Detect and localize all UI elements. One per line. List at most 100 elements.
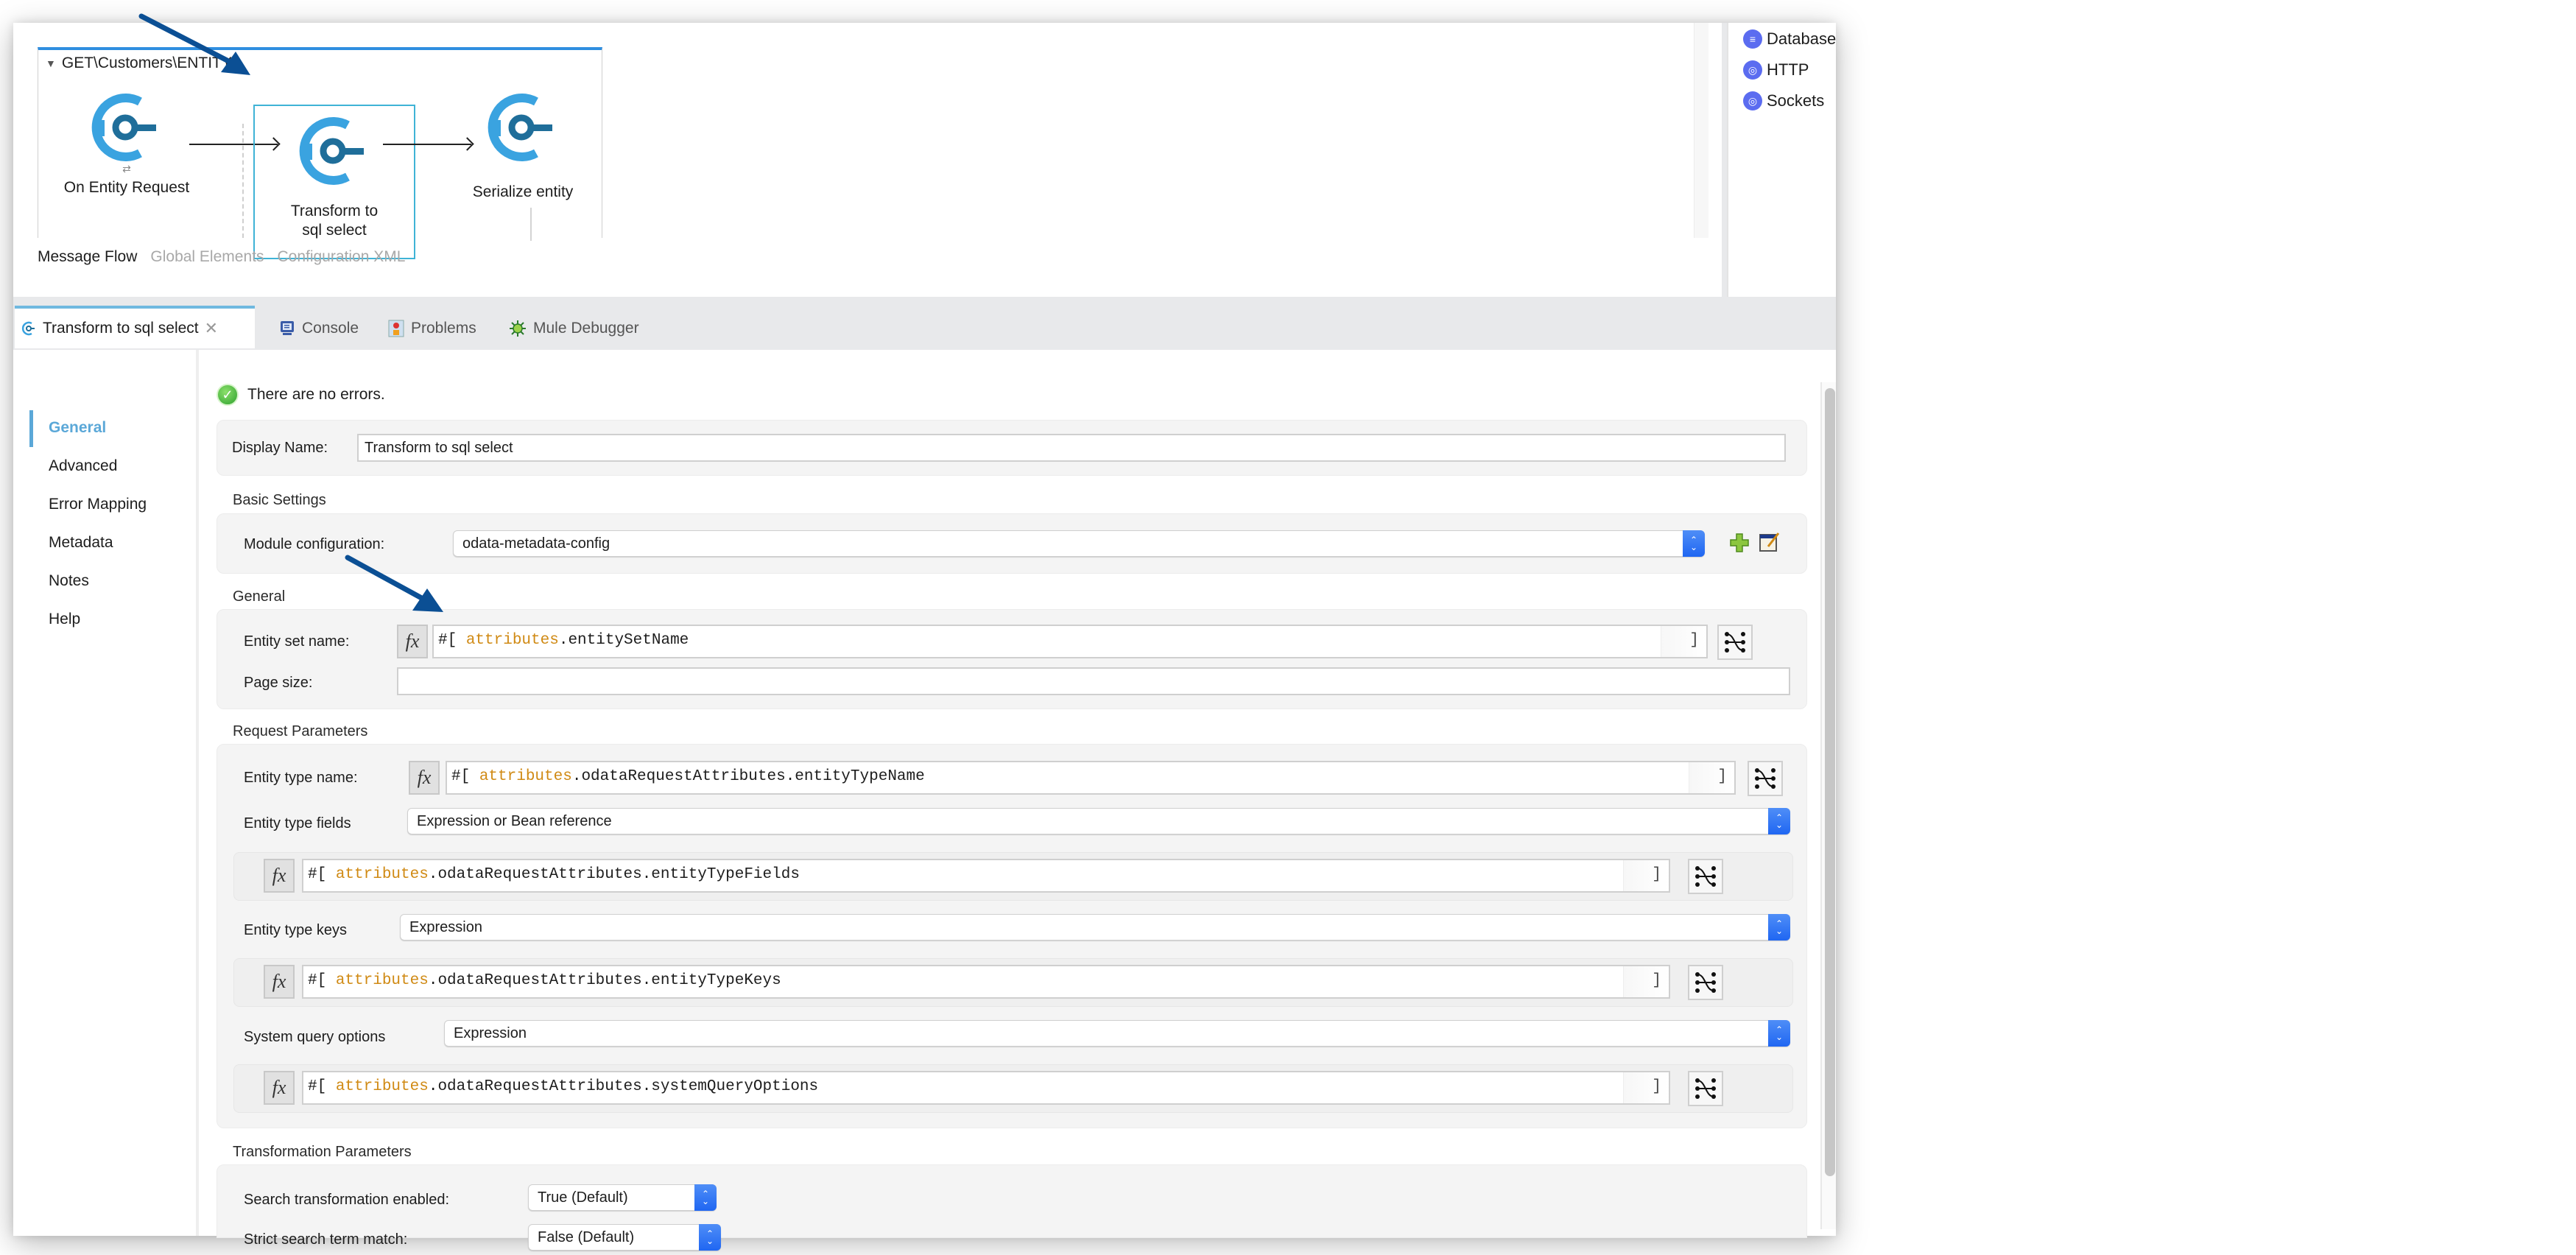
select-value: False (Default): [538, 1228, 635, 1245]
entity-type-fields-select[interactable]: Expression or Bean reference ⌃ ⌄: [407, 808, 1790, 834]
entity-type-keys-expression[interactable]: #[ attributes .odataRequestAttributes.ent…: [302, 965, 1670, 999]
add-config-button[interactable]: [1728, 532, 1750, 554]
expr-keyword: attributes: [335, 972, 429, 989]
plus-icon: [1730, 533, 1749, 552]
nav-item-error-mapping[interactable]: Error Mapping: [49, 496, 147, 513]
data-mapping-button[interactable]: [1748, 761, 1783, 796]
canvas-view-tabs: Message Flow Global Elements Configurati…: [38, 248, 405, 266]
entity-set-name-expression[interactable]: #[ attributes .entitySetName ]: [432, 625, 1708, 658]
search-enabled-select[interactable]: True (Default) ⌃ ⌄: [528, 1184, 717, 1211]
mule-component-icon: [488, 94, 552, 161]
close-icon[interactable]: ✕: [205, 319, 218, 338]
fx-toggle-button[interactable]: fx: [264, 965, 295, 999]
tab-label: Problems: [411, 320, 476, 337]
system-query-options-label: System query options: [244, 1029, 386, 1045]
general-panel: Entity set name: fx #[ attributes .entity…: [217, 609, 1807, 709]
expr-tail: [1689, 762, 1734, 793]
data-mapping-button[interactable]: [1717, 625, 1753, 660]
display-name-panel: Display Name: Transform to sql select: [217, 420, 1807, 476]
scrollbar-thumb[interactable]: [1825, 388, 1835, 1176]
expr-keyword: attributes: [335, 866, 429, 883]
node-label: Serialize entity: [472, 183, 574, 200]
editor-tab-bar: Transform to sql select ✕ Console Proble…: [13, 297, 1836, 350]
collapse-triangle-icon[interactable]: ▼: [46, 57, 56, 69]
tab-mule-debugger[interactable]: Mule Debugger: [502, 307, 645, 350]
flow-node-serialize-entity[interactable]: Serialize entity: [442, 87, 604, 202]
fx-toggle-button[interactable]: fx: [397, 625, 428, 658]
palette-item-sockets[interactable]: ◎ Sockets: [1743, 89, 1824, 113]
nav-item-metadata[interactable]: Metadata: [49, 534, 113, 552]
section-request-parameters: Request Parameters: [233, 723, 368, 739]
expr-rest: .odataRequestAttributes.systemQueryOptio…: [428, 1078, 819, 1095]
expr-rest: .odataRequestAttributes.entityTypeName: [571, 768, 925, 785]
source-divider: [242, 124, 244, 238]
entity-type-keys-select[interactable]: Expression ⌃ ⌄: [400, 914, 1790, 941]
tab-global-elements[interactable]: Global Elements: [150, 248, 264, 266]
select-stepper-icon: ⌃ ⌄: [1683, 530, 1705, 557]
entity-type-fields-label: Entity type fields: [244, 815, 351, 832]
system-query-options-select[interactable]: Expression ⌃ ⌄: [444, 1020, 1790, 1047]
expr-tail: [1623, 1072, 1669, 1103]
expr-prefix: #[: [308, 866, 336, 883]
flow-node-transform-to-sql-select[interactable]: Transform to sql select: [253, 105, 415, 259]
system-query-options-expression[interactable]: #[ attributes .odataRequestAttributes.sys…: [302, 1071, 1670, 1105]
sockets-icon: ◎: [1743, 91, 1762, 110]
expr-keyword: attributes: [335, 1078, 429, 1095]
entity-type-name-expression[interactable]: #[ attributes .odataRequestAttributes.ent…: [446, 761, 1736, 795]
transformation-parameters-panel: Search transformation enabled: True (Def…: [217, 1164, 1807, 1251]
select-value: Expression: [409, 918, 482, 935]
validation-status: ✓ There are no errors.: [217, 384, 385, 406]
expr-keyword: attributes: [479, 768, 572, 785]
page-size-input[interactable]: [397, 667, 1790, 695]
select-stepper-icon: ⌃ ⌄: [1768, 808, 1790, 834]
mapping-icon: [1695, 972, 1716, 993]
entity-type-fields-expression[interactable]: #[ attributes .odataRequestAttributes.ent…: [302, 859, 1670, 893]
expr-prefix: #[: [438, 632, 466, 649]
edit-config-button[interactable]: [1758, 530, 1781, 554]
tab-console[interactable]: Console: [272, 307, 365, 350]
display-name-input[interactable]: Transform to sql select: [357, 434, 1786, 462]
nav-active-indicator: [29, 410, 33, 447]
fx-toggle-button[interactable]: fx: [409, 761, 440, 795]
tab-problems[interactable]: Problems: [381, 307, 482, 350]
palette-item-http[interactable]: ◎ HTTP: [1743, 58, 1809, 82]
expr-rest: .odataRequestAttributes.entityTypeFields: [428, 866, 800, 883]
select-value: Expression: [454, 1024, 527, 1041]
fx-toggle-button[interactable]: fx: [264, 859, 295, 893]
data-mapping-button[interactable]: [1688, 1071, 1723, 1106]
properties-nav: General Advanced Error Mapping Metadata …: [13, 350, 199, 1236]
mule-component-icon: [299, 117, 364, 185]
palette-item-label: Database: [1767, 29, 1837, 48]
tab-message-flow[interactable]: Message Flow: [38, 248, 137, 266]
select-stepper-icon: ⌃ ⌄: [1768, 1020, 1790, 1047]
mapping-icon: [1755, 768, 1776, 789]
canvas-scrollbar[interactable]: [1694, 23, 1708, 238]
problems-icon: [387, 319, 405, 338]
tab-configuration-xml[interactable]: Configuration XML: [277, 248, 405, 266]
edit-icon: [1759, 532, 1780, 552]
data-mapping-button[interactable]: [1688, 965, 1723, 1000]
properties-scrollbar[interactable]: [1820, 382, 1836, 1229]
nav-item-notes[interactable]: Notes: [49, 572, 89, 590]
nav-item-general[interactable]: General: [49, 419, 106, 437]
nav-item-help[interactable]: Help: [49, 611, 80, 628]
strict-match-label: Strict search term match:: [244, 1231, 408, 1248]
fx-toggle-button[interactable]: fx: [264, 1071, 295, 1105]
palette-item-label: Sockets: [1767, 91, 1825, 110]
database-icon: ≡: [1743, 29, 1762, 49]
display-name-label: Display Name:: [232, 440, 328, 456]
section-transformation-parameters: Transformation Parameters: [233, 1144, 412, 1160]
flow-container[interactable]: ▼ GET\Customers\ENTITY ⇄ On Entity Reque…: [38, 47, 604, 259]
data-mapping-button[interactable]: [1688, 859, 1723, 894]
tab-transform-to-sql-select[interactable]: Transform to sql select ✕: [15, 306, 255, 348]
nav-item-advanced[interactable]: Advanced: [49, 457, 117, 475]
node-label: On Entity Request: [63, 179, 190, 196]
flow-node-on-entity-request[interactable]: ⇄ On Entity Request: [46, 87, 208, 197]
palette-item-database[interactable]: ≡ Database: [1743, 27, 1836, 51]
section-basic-settings: Basic Settings: [233, 492, 326, 508]
flow-canvas-area: ▼ GET\Customers\ENTITY ⇄ On Entity Reque…: [13, 23, 1694, 259]
mule-component-icon: [91, 94, 156, 161]
strict-match-select[interactable]: False (Default) ⌃ ⌄: [528, 1224, 721, 1251]
module-config-select[interactable]: odata-metadata-config ⌃ ⌄: [453, 530, 1705, 557]
expr-tail: [1623, 966, 1669, 997]
